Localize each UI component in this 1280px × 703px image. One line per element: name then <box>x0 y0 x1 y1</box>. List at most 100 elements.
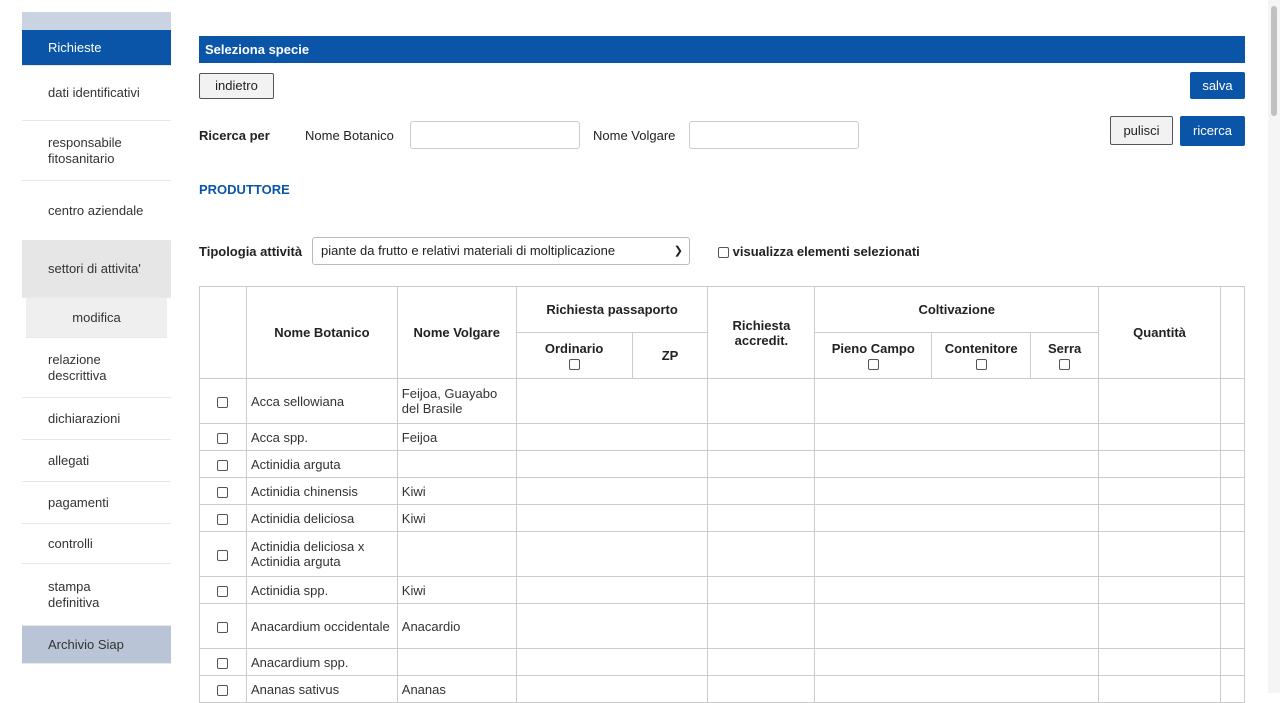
cell-extra <box>1219 378 1246 424</box>
tipologia-selected-value: piante da frutto e relativi materiali di… <box>321 243 616 258</box>
pieno-campo-select-all-checkbox[interactable] <box>867 358 879 370</box>
row-checkbox[interactable] <box>217 459 229 471</box>
sidebar-item-label: relazione descrittiva <box>48 351 107 383</box>
cell-coltivazione <box>814 450 1100 478</box>
save-button[interactable]: salva <box>1190 72 1245 99</box>
search-button[interactable]: ricerca <box>1180 116 1245 146</box>
row-select-cell <box>199 675 247 703</box>
page-title: Seleziona specie <box>199 36 1245 63</box>
cell-quantita <box>1098 504 1221 532</box>
header-zp: ZP <box>631 332 709 379</box>
cell-passaporto <box>515 504 709 532</box>
cell-nome-volgare: Kiwi <box>396 504 517 532</box>
cell-nome-volgare: Feijoa, Guayabo del Brasile <box>396 378 517 424</box>
row-checkbox[interactable] <box>217 657 229 669</box>
sidebar-item-pagamenti[interactable]: pagamenti <box>22 482 171 524</box>
cell-coltivazione <box>814 648 1100 676</box>
table-row: Acca sellowiana Feijoa, Guayabo del Brasi… <box>199 378 1246 424</box>
header-select <box>199 286 247 379</box>
nome-volgare-label: Nome Volgare <box>593 128 676 143</box>
clear-button[interactable]: pulisci <box>1110 116 1173 145</box>
cell-nome-botanico: Actinidia spp. <box>245 576 398 604</box>
show-selected-checkbox[interactable] <box>718 247 729 259</box>
row-checkbox[interactable] <box>217 432 229 444</box>
row-checkbox[interactable] <box>217 549 229 561</box>
sidebar-item-allegati[interactable]: allegati <box>22 440 171 482</box>
cell-quantita <box>1098 675 1221 703</box>
sidebar-subitem-modifica[interactable]: modifica <box>26 298 167 338</box>
header-richiesta-passaporto: Richiesta passaporto <box>515 286 709 333</box>
tipologia-select[interactable]: piante da frutto e relativi materiali di… <box>312 237 690 265</box>
row-checkbox[interactable] <box>217 684 229 696</box>
nome-botanico-input[interactable] <box>410 121 580 149</box>
sidebar-item-stampa-definitiva[interactable]: stampa definitiva <box>22 564 171 626</box>
cell-nome-volgare: Ananas <box>396 675 517 703</box>
row-select-cell <box>199 450 247 478</box>
cell-quantita <box>1098 378 1221 424</box>
cell-passaporto <box>515 450 709 478</box>
header-nome-volgare: Nome Volgare <box>396 286 517 379</box>
row-checkbox[interactable] <box>217 486 229 498</box>
sidebar-item-centro-aziendale[interactable]: centro aziendale <box>22 181 171 241</box>
cell-nome-botanico: Anacardium occidentale <box>245 603 398 649</box>
sidebar-item-controlli[interactable]: controlli <box>22 524 171 564</box>
ordinario-select-all-checkbox[interactable] <box>568 358 580 370</box>
sidebar-item-label: dichiarazioni <box>48 410 121 426</box>
cell-accredit <box>707 576 816 604</box>
header-serra-label: Serra <box>1048 340 1082 356</box>
scrollbar-thumb[interactable] <box>1271 6 1277 116</box>
cell-quantita <box>1098 576 1221 604</box>
sidebar-item-settori-di-attivita[interactable]: settori di attivita' <box>22 241 171 298</box>
cell-nome-botanico: Actinidia arguta <box>245 450 398 478</box>
sidebar-item-responsabile-fitosanitario[interactable]: responsabile fitosanitario <box>22 121 171 181</box>
cell-nome-volgare: Kiwi <box>396 576 517 604</box>
cell-passaporto <box>515 423 709 451</box>
cell-nome-botanico: Actinidia deliciosa <box>245 504 398 532</box>
page-scrollbar[interactable] <box>1268 0 1280 693</box>
serra-select-all-checkbox[interactable] <box>1059 358 1071 370</box>
sidebar-item-dichiarazioni[interactable]: dichiarazioni <box>22 398 171 440</box>
header-coltivazione: Coltivazione <box>814 286 1100 333</box>
species-table: Nome Botanico Nome Volgare Richiesta pas… <box>199 286 1246 703</box>
sidebar-item-label: allegati <box>48 452 90 468</box>
cell-accredit <box>707 477 816 505</box>
header-quantita: Quantità <box>1098 286 1221 379</box>
sidebar-item-richieste[interactable]: Richieste <box>22 30 171 66</box>
cell-coltivazione <box>814 423 1100 451</box>
row-select-cell <box>199 504 247 532</box>
show-selected-toggle[interactable]: visualizza elementi selezionati <box>718 244 920 259</box>
cell-extra <box>1219 603 1246 649</box>
nome-volgare-input[interactable] <box>689 121 859 149</box>
produttore-link[interactable]: PRODUTTORE <box>199 182 290 197</box>
sidebar-top-strip <box>22 12 171 30</box>
search-label: Ricerca per <box>199 128 270 143</box>
cell-passaporto <box>515 603 709 649</box>
cell-accredit <box>707 504 816 532</box>
cell-nome-volgare: Anacardio <box>396 603 517 649</box>
cell-coltivazione <box>814 504 1100 532</box>
row-checkbox[interactable] <box>217 621 229 633</box>
row-checkbox[interactable] <box>217 396 229 408</box>
row-checkbox[interactable] <box>217 585 229 597</box>
cell-accredit <box>707 603 816 649</box>
header-nome-botanico: Nome Botanico <box>245 286 398 379</box>
sidebar-item-dati-identificativi[interactable]: dati identificativi <box>22 66 171 121</box>
cell-extra <box>1219 648 1246 676</box>
table-row: Actinidia chinensis Kiwi <box>199 477 1246 505</box>
sidebar-item-archivio-siap[interactable]: Archivio Siap <box>22 626 171 664</box>
header-richiesta-accredit: Richiesta accredit. <box>707 286 816 379</box>
cell-accredit <box>707 423 816 451</box>
row-select-cell <box>199 378 247 424</box>
contenitore-select-all-checkbox[interactable] <box>975 358 987 370</box>
header-pieno-campo: Pieno Campo <box>814 332 933 379</box>
cell-accredit <box>707 531 816 577</box>
row-select-cell <box>199 576 247 604</box>
row-checkbox[interactable] <box>217 513 229 525</box>
cell-extra <box>1219 504 1246 532</box>
cell-passaporto <box>515 576 709 604</box>
sidebar-item-relazione-descrittiva[interactable]: relazione descrittiva <box>22 338 171 398</box>
cell-nome-botanico: Anacardium spp. <box>245 648 398 676</box>
cell-extra <box>1219 477 1246 505</box>
back-button[interactable]: indietro <box>199 73 274 99</box>
table-header-row: Nome Botanico Nome Volgare Richiesta pas… <box>199 286 1246 379</box>
